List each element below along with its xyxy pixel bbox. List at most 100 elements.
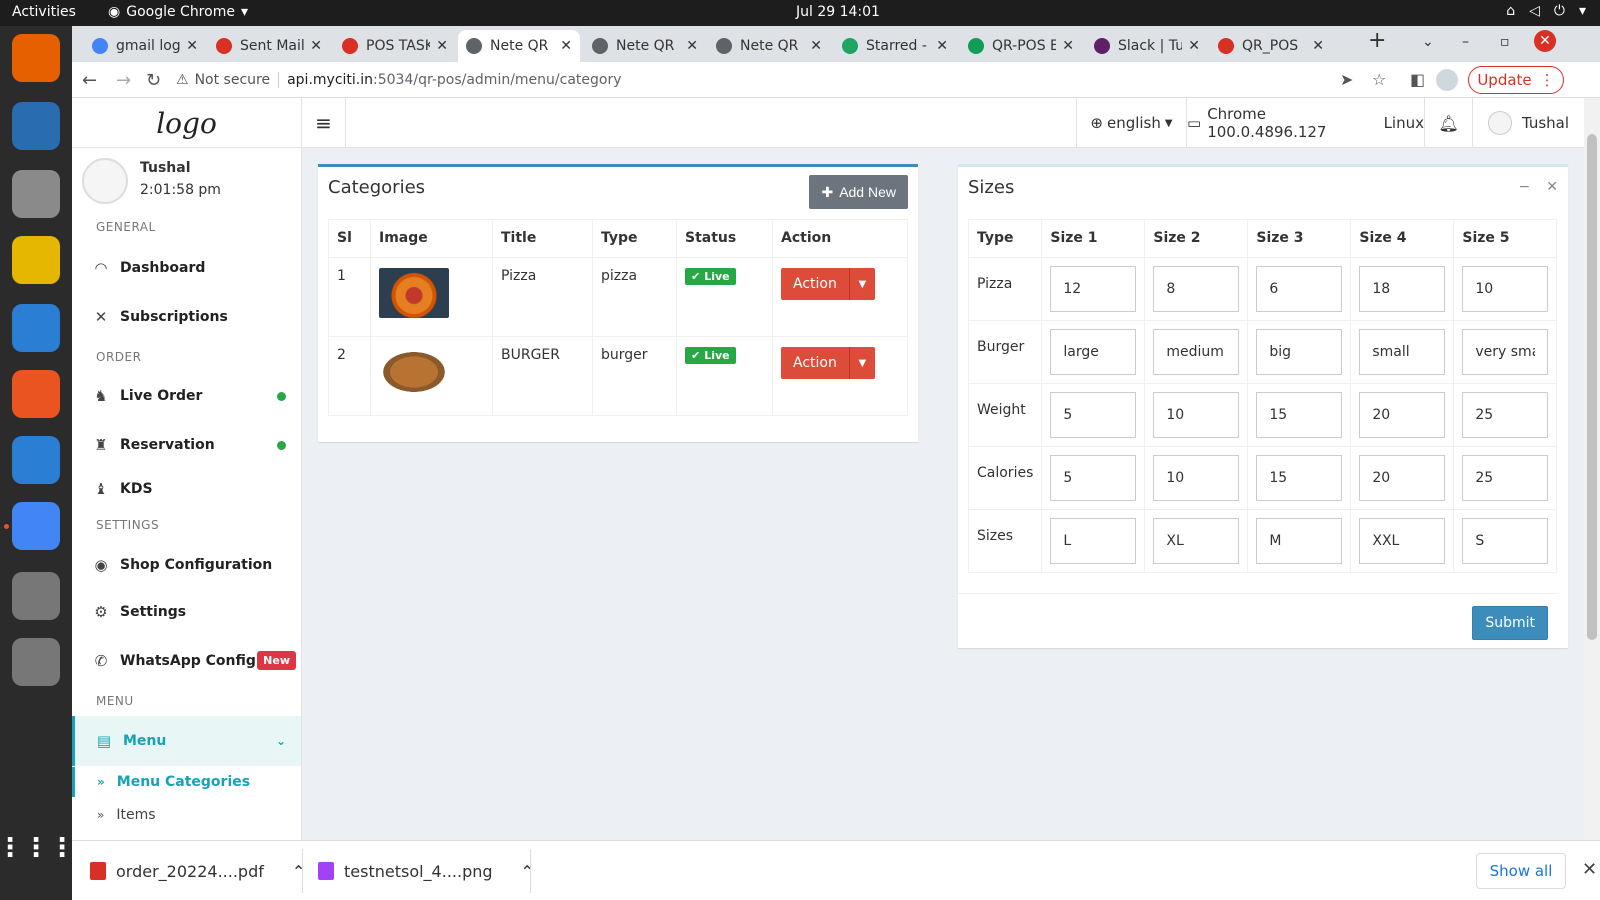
size-input[interactable] — [1050, 329, 1137, 375]
size-input[interactable] — [1462, 266, 1549, 312]
sidebar-item-reservation[interactable]: ♜ Reservation — [72, 425, 301, 465]
size-input[interactable] — [1462, 455, 1549, 501]
browser-tab[interactable]: Slack | Tu ✕ — [1086, 30, 1208, 62]
caret-down-icon[interactable]: ▼ — [848, 268, 875, 300]
sidebar-item-kds[interactable]: ♝ KDS — [72, 469, 301, 509]
update-button[interactable]: Update ⋮ — [1468, 66, 1564, 94]
tab-search-chevron-icon[interactable]: ⌄ — [1422, 34, 1434, 50]
close-window-icon[interactable]: ✕ — [1534, 30, 1556, 52]
disc-icon-2[interactable] — [12, 638, 60, 686]
chevron-down-icon[interactable]: ▾ — [1579, 3, 1586, 19]
sidebar-item-shop-configuration[interactable]: ◉ Shop Configuration — [72, 545, 301, 585]
chevron-up-icon[interactable]: ⌃ — [292, 862, 305, 881]
user-menu[interactable]: Tushal — [1472, 98, 1584, 148]
size-input[interactable] — [1050, 455, 1137, 501]
size-input[interactable] — [1256, 266, 1343, 312]
disc-icon[interactable] — [12, 572, 60, 620]
not-secure-label[interactable]: Not secure — [195, 72, 271, 88]
software-icon[interactable] — [12, 370, 60, 418]
side-panel-icon[interactable]: ◧ — [1410, 70, 1425, 89]
size-input[interactable] — [1153, 518, 1240, 564]
help-icon[interactable] — [12, 436, 60, 484]
scrollbar-thumb[interactable] — [1587, 134, 1597, 640]
submit-button[interactable]: Submit — [1472, 606, 1548, 640]
browser-tab[interactable]: Nete QR | ✕ — [458, 30, 580, 62]
chrome-icon[interactable] — [12, 502, 60, 550]
browser-tab[interactable]: Nete QR | ✕ — [584, 30, 706, 62]
close-tab-icon[interactable]: ✕ — [1062, 38, 1074, 54]
reload-icon[interactable]: ↻ — [146, 70, 161, 91]
sidebar-item-settings[interactable]: ⚙ Settings — [72, 592, 301, 632]
size-input[interactable] — [1153, 392, 1240, 438]
browser-tab[interactable]: Starred - ✕ — [834, 30, 956, 62]
page-scrollbar[interactable] — [1584, 98, 1600, 840]
language-dropdown[interactable]: ⊕ english ▼ — [1076, 98, 1186, 148]
chevron-up-icon[interactable]: ⌃ — [521, 862, 534, 881]
profile-avatar[interactable] — [1436, 69, 1458, 91]
writer-icon[interactable] — [12, 304, 60, 352]
close-tab-icon[interactable]: ✕ — [686, 38, 698, 54]
action-button[interactable]: Action ▼ — [781, 347, 875, 379]
close-tab-icon[interactable]: ✕ — [186, 38, 198, 54]
sidebar-item-dashboard[interactable]: ◠ Dashboard — [72, 248, 301, 288]
files-icon[interactable] — [12, 170, 60, 218]
size-input[interactable] — [1050, 392, 1137, 438]
close-tab-icon[interactable]: ✕ — [1312, 38, 1324, 54]
close-tab-icon[interactable]: ✕ — [560, 38, 572, 54]
close-tab-icon[interactable]: ✕ — [936, 38, 948, 54]
omnibox[interactable]: ⚠ Not secure api.myciti.in :5034/qr-pos/… — [176, 65, 1406, 95]
hamburger-menu-icon[interactable]: ≡ — [302, 98, 346, 148]
clock[interactable]: Jul 29 14:01 — [796, 4, 880, 20]
size-input[interactable] — [1462, 518, 1549, 564]
size-input[interactable] — [1153, 266, 1240, 312]
firefox-icon[interactable] — [12, 34, 60, 82]
rhythmbox-icon[interactable] — [12, 236, 60, 284]
app-menu[interactable]: ◉ Google Chrome ▾ — [108, 4, 248, 20]
close-tab-icon[interactable]: ✕ — [810, 38, 822, 54]
size-input[interactable] — [1462, 329, 1549, 375]
browser-tab[interactable]: gmail log ✕ — [84, 30, 206, 62]
size-input[interactable] — [1256, 455, 1343, 501]
size-input[interactable] — [1153, 329, 1240, 375]
size-input[interactable] — [1462, 392, 1549, 438]
size-input[interactable] — [1359, 392, 1446, 438]
download-item[interactable]: testnetsol_4....png ⌃ — [318, 851, 534, 891]
size-input[interactable] — [1359, 455, 1446, 501]
size-input[interactable] — [1153, 455, 1240, 501]
back-icon[interactable]: ← — [82, 70, 97, 91]
size-input[interactable] — [1359, 518, 1446, 564]
logo[interactable]: logo — [72, 98, 302, 148]
download-item[interactable]: order_20224....pdf ⌃ — [90, 851, 305, 891]
size-input[interactable] — [1359, 266, 1446, 312]
size-input[interactable] — [1256, 518, 1343, 564]
size-input[interactable] — [1256, 329, 1343, 375]
maximize-icon[interactable]: ▫ — [1500, 34, 1510, 50]
close-tab-icon[interactable]: ✕ — [436, 38, 448, 54]
minimize-icon[interactable]: – — [1462, 34, 1469, 50]
sidebar-item-menu[interactable]: ▤ Menu ⌄ — [72, 716, 301, 766]
star-icon[interactable]: ☆ — [1372, 70, 1386, 89]
send-icon[interactable]: ➤ — [1340, 70, 1353, 89]
sidebar-item-live-order[interactable]: ♞ Live Order — [72, 376, 301, 416]
add-new-button[interactable]: ✚ Add New — [809, 175, 908, 209]
sidebar-item-whatsapp-config[interactable]: ✆ WhatsApp Config New — [72, 641, 301, 681]
volume-icon[interactable]: ◁ — [1529, 3, 1540, 19]
network-icon[interactable]: ⌂ — [1506, 3, 1515, 19]
browser-tab[interactable]: POS TASK ✕ — [334, 30, 456, 62]
browser-tab[interactable]: QR-POS E ✕ — [960, 30, 1082, 62]
forward-icon[interactable]: → — [116, 70, 131, 91]
size-input[interactable] — [1050, 266, 1137, 312]
close-icon[interactable]: ✕ — [1546, 179, 1558, 195]
size-input[interactable] — [1256, 392, 1343, 438]
thunderbird-icon[interactable] — [12, 102, 60, 150]
new-tab-plus-icon[interactable]: + — [1368, 28, 1386, 53]
show-apps-grid-icon[interactable]: ⋮⋮⋮ — [0, 824, 75, 872]
size-input[interactable] — [1359, 329, 1446, 375]
close-tab-icon[interactable]: ✕ — [1188, 38, 1200, 54]
size-input[interactable] — [1050, 518, 1137, 564]
sidebar-item-subscriptions[interactable]: ✕ Subscriptions — [72, 297, 301, 337]
action-button[interactable]: Action ▼ — [781, 268, 875, 300]
browser-tab[interactable]: Nete QR | ✕ — [708, 30, 830, 62]
browser-tab[interactable]: Sent Mail ✕ — [208, 30, 330, 62]
caret-down-icon[interactable]: ▼ — [848, 347, 875, 379]
